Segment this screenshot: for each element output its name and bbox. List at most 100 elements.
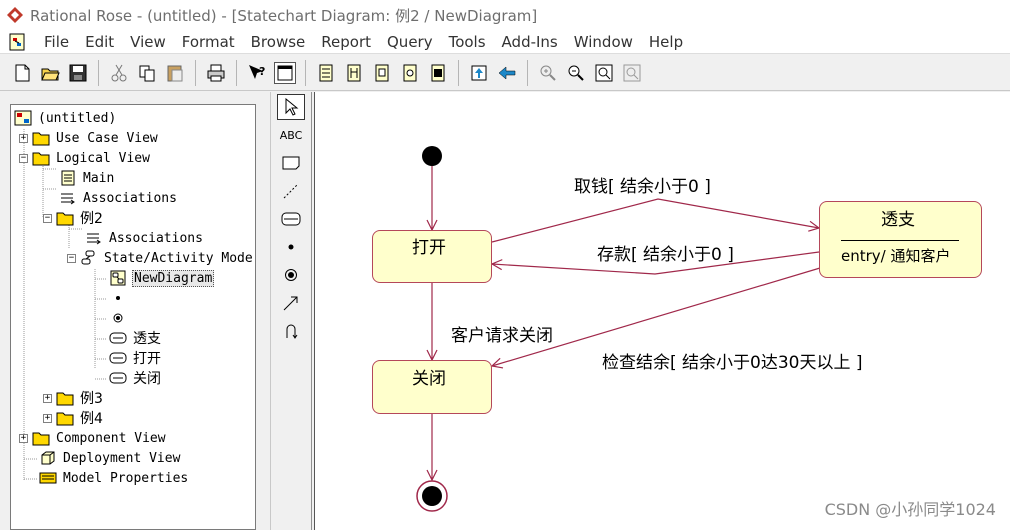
- menu-tools[interactable]: Tools: [441, 33, 494, 51]
- end-state-tool-icon[interactable]: [277, 262, 305, 288]
- menu-view[interactable]: View: [122, 33, 174, 51]
- watermark: CSDN @小孙同学1024: [824, 500, 996, 519]
- folder-icon: [32, 132, 50, 146]
- browse-previous-icon[interactable]: [496, 62, 518, 84]
- model-browser[interactable]: (untitled) + Use Case View − Logical Vie…: [10, 104, 256, 530]
- view-doc-icon[interactable]: [274, 61, 296, 84]
- menu-browse[interactable]: Browse: [243, 33, 314, 51]
- note-tool-icon[interactable]: [277, 150, 305, 176]
- print-icon[interactable]: [205, 62, 227, 84]
- browse-state-diagram-icon[interactable]: [427, 62, 449, 84]
- menu-file[interactable]: File: [36, 33, 77, 51]
- toolbar-separator: [98, 59, 99, 86]
- associations-icon: [61, 193, 75, 205]
- undo-fit-icon[interactable]: [621, 62, 643, 84]
- menu-window[interactable]: Window: [566, 33, 641, 51]
- tree-item-start-state[interactable]: [109, 288, 132, 308]
- open-icon[interactable]: [39, 62, 61, 84]
- toolbar-separator: [305, 59, 306, 86]
- deposit-transition-label[interactable]: 存款[ 结余小于0 ]: [597, 240, 734, 265]
- tree-item-associations[interactable]: Associations: [59, 188, 178, 208]
- paste-icon[interactable]: [164, 62, 186, 84]
- tree-item-component-view[interactable]: + Component View: [19, 428, 167, 448]
- tree-label: Use Case View: [56, 130, 158, 146]
- cut-icon[interactable]: [108, 62, 130, 84]
- tree-item-use-case-view[interactable]: + Use Case View: [19, 128, 159, 148]
- tree-item-state-overdraft[interactable]: 透支: [109, 328, 162, 348]
- selection-tool-icon[interactable]: [277, 94, 305, 120]
- zoom-out-icon[interactable]: [565, 62, 587, 84]
- expand-icon[interactable]: +: [43, 413, 52, 423]
- tree-item-deployment-view[interactable]: Deployment View: [39, 448, 181, 468]
- tree-label: Associations: [109, 230, 203, 246]
- statechart-diagram-icon: [110, 270, 126, 286]
- browse-deployment-diagram-icon[interactable]: [399, 62, 421, 84]
- state-icon: [109, 372, 127, 384]
- model-icon: [14, 110, 32, 126]
- folder-open-icon: [56, 212, 74, 226]
- state-tool-icon[interactable]: [277, 206, 305, 232]
- state-transition-tool-icon[interactable]: [277, 290, 305, 316]
- tree-item-new-diagram[interactable]: NewDiagram: [109, 268, 215, 288]
- fit-in-window-icon[interactable]: [593, 62, 615, 84]
- tree-item-state-activity-model[interactable]: − State/Activity Mode: [67, 248, 254, 268]
- menu-report[interactable]: Report: [313, 33, 379, 51]
- folder-open-icon: [32, 152, 50, 166]
- context-help-icon[interactable]: ?: [246, 62, 268, 84]
- tree-item-example2[interactable]: − 例2: [43, 208, 104, 228]
- customer-close-transition-label[interactable]: 客户请求关闭: [451, 321, 553, 346]
- browse-class-diagram-icon[interactable]: [315, 62, 337, 84]
- tree-item-state-closed[interactable]: 关闭: [109, 368, 162, 388]
- tree-item-root[interactable]: (untitled): [14, 108, 117, 128]
- browse-component-diagram-icon[interactable]: [371, 62, 393, 84]
- browse-interaction-diagram-icon[interactable]: [343, 62, 365, 84]
- menu-edit[interactable]: Edit: [77, 33, 122, 51]
- start-state-tool-icon[interactable]: [277, 234, 305, 260]
- tree-label: 例2: [80, 211, 103, 227]
- end-state-icon: [113, 313, 123, 323]
- statechart-diagram-canvas[interactable]: 打开 关闭 透支 entry/ 通知客户 取钱[ 结余小于0 ] 存款[ 结余小…: [314, 92, 1010, 530]
- tree-item-logical-view[interactable]: − Logical View: [19, 148, 151, 168]
- text-tool-label: ABC: [279, 128, 303, 142]
- menu-add-ins[interactable]: Add-Ins: [494, 33, 566, 51]
- state-overdraft-divider: [841, 240, 959, 241]
- new-icon[interactable]: [11, 62, 33, 84]
- browser-splitter[interactable]: [256, 92, 270, 530]
- withdraw-transition[interactable]: [491, 198, 819, 243]
- tree-item-example3[interactable]: + 例3: [43, 388, 104, 408]
- collapse-icon[interactable]: −: [19, 153, 28, 163]
- menu-query[interactable]: Query: [379, 33, 441, 51]
- withdraw-transition-label[interactable]: 取钱[ 结余小于0 ]: [574, 172, 711, 197]
- state-icon: [109, 332, 127, 344]
- end-state-node[interactable]: [422, 486, 442, 506]
- tree-label: 例3: [80, 391, 103, 407]
- start-state-node[interactable]: [422, 146, 442, 166]
- tree-item-main[interactable]: Main: [59, 168, 115, 188]
- text-tool-icon[interactable]: ABC: [277, 122, 305, 148]
- tree-label: NewDiagram: [132, 269, 215, 287]
- check-balance-transition-label[interactable]: 检查结余[ 结余小于0达30天以上 ]: [602, 348, 863, 373]
- tree-item-state-open[interactable]: 打开: [109, 348, 162, 368]
- save-icon[interactable]: [67, 62, 89, 84]
- collapse-icon[interactable]: −: [67, 253, 76, 263]
- expand-icon[interactable]: +: [43, 393, 52, 403]
- tree-item-example4[interactable]: + 例4: [43, 408, 104, 428]
- collapse-icon[interactable]: −: [43, 213, 52, 223]
- tree-item-example2-associations[interactable]: Associations: [85, 228, 204, 248]
- browse-parent-icon[interactable]: [468, 62, 490, 84]
- menu-format[interactable]: Format: [174, 33, 243, 51]
- state-open-name: 打开: [412, 238, 446, 258]
- tree-label: Logical View: [56, 150, 150, 166]
- tree-item-end-state[interactable]: [109, 308, 132, 328]
- zoom-in-icon[interactable]: [537, 62, 559, 84]
- expand-icon[interactable]: +: [19, 133, 28, 143]
- self-transition-tool-icon[interactable]: [277, 318, 305, 344]
- expand-icon[interactable]: +: [19, 433, 28, 443]
- copy-icon[interactable]: [136, 62, 158, 84]
- tree-item-model-properties[interactable]: Model Properties: [39, 468, 189, 488]
- document-icon[interactable]: [8, 33, 28, 51]
- rational-rose-app-icon: [7, 7, 23, 23]
- anchor-note-tool-icon[interactable]: [277, 178, 305, 204]
- class-diagram-icon: [61, 170, 75, 186]
- menu-help[interactable]: Help: [641, 33, 691, 51]
